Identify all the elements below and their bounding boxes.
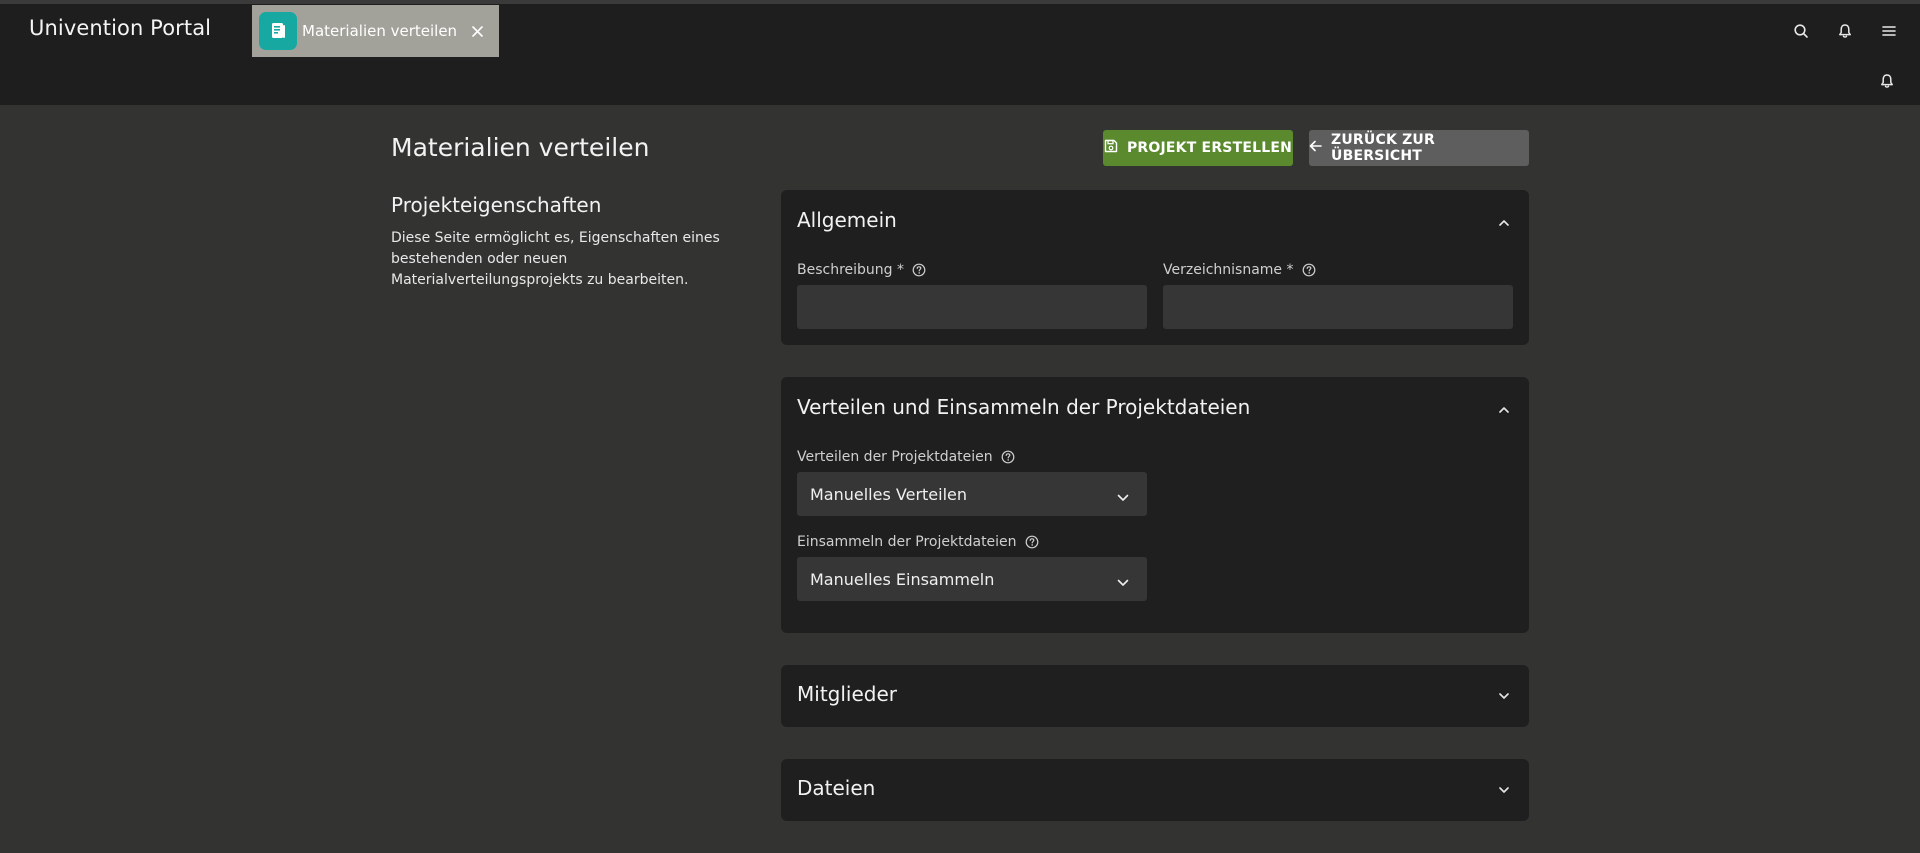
header-actions <box>1790 20 1900 42</box>
description-label: Beschreibung * <box>797 262 905 278</box>
description-label-group: Beschreibung * <box>797 262 926 278</box>
distribute-select[interactable]: Manuelles Verteilen <box>797 472 1147 516</box>
section-distribute-title[interactable]: Verteilen und Einsammeln der Projektdate… <box>797 395 1250 419</box>
document-icon <box>259 12 297 50</box>
collect-label: Einsammeln der Projektdateien <box>797 534 1017 550</box>
tab-materialien-verteilen[interactable]: Materialien verteilen <box>252 5 499 57</box>
description-input[interactable] <box>797 285 1147 329</box>
section-general-title[interactable]: Allgemein <box>797 208 897 232</box>
chevron-up-icon[interactable] <box>1497 215 1511 229</box>
distribute-label-group: Verteilen der Projektdateien <box>797 449 1015 465</box>
help-icon[interactable] <box>1001 450 1015 464</box>
sidebar-description: Diese Seite ermöglicht es, Eigenschaften… <box>391 230 720 288</box>
create-project-button[interactable]: PROJEKT ERSTELLEN <box>1103 130 1293 166</box>
chevron-down-icon[interactable] <box>1497 689 1511 703</box>
dirname-input[interactable] <box>1163 285 1513 329</box>
top-header: Univention Portal Materialien verteilen <box>0 0 1920 61</box>
menu-icon[interactable] <box>1878 20 1900 42</box>
bell-icon[interactable] <box>1834 20 1856 42</box>
portal-title[interactable]: Univention Portal <box>29 16 211 40</box>
back-to-overview-label: ZURÜCK ZUR ÜBERSICHT <box>1331 132 1435 164</box>
collect-label-group: Einsammeln der Projektdateien <box>797 534 1039 550</box>
back-to-overview-button[interactable]: ZURÜCK ZUR ÜBERSICHT <box>1309 130 1529 166</box>
section-members-title[interactable]: Mitglieder <box>797 682 897 706</box>
chevron-down-icon <box>1117 572 1129 591</box>
section-files-title[interactable]: Dateien <box>797 776 875 800</box>
chevron-up-icon[interactable] <box>1497 402 1511 416</box>
help-icon[interactable] <box>1025 535 1039 549</box>
chevron-down-icon <box>1117 487 1129 506</box>
section-members[interactable]: Mitglieder <box>781 665 1529 727</box>
distribute-label: Verteilen der Projektdateien <box>797 449 993 465</box>
page-title: Materialien verteilen <box>391 133 650 162</box>
sub-header <box>0 57 1920 105</box>
arrow-left-icon <box>1309 140 1322 156</box>
tab-label: Materialien verteilen <box>302 22 458 40</box>
section-files[interactable]: Dateien <box>781 759 1529 821</box>
create-project-label: PROJEKT ERSTELLEN <box>1126 140 1293 156</box>
sidebar-heading: Projekteigenschaften <box>391 193 602 217</box>
help-icon[interactable] <box>912 263 926 277</box>
section-distribute-collect: Verteilen und Einsammeln der Projektdate… <box>781 377 1529 633</box>
distribute-select-value: Manuelles Verteilen <box>810 484 968 504</box>
collect-select[interactable]: Manuelles Einsammeln <box>797 557 1147 601</box>
collect-select-value: Manuelles Einsammeln <box>810 569 995 589</box>
section-general: Allgemein Beschreibung * Verzeichnisname… <box>781 190 1529 345</box>
save-icon <box>1104 139 1118 157</box>
close-icon[interactable] <box>463 17 491 45</box>
dirname-label: Verzeichnisname * <box>1163 262 1294 278</box>
search-icon[interactable] <box>1790 20 1812 42</box>
dirname-label-group: Verzeichnisname * <box>1163 262 1316 278</box>
help-icon[interactable] <box>1302 263 1316 277</box>
bell-icon[interactable] <box>1876 70 1898 92</box>
chevron-down-icon[interactable] <box>1497 783 1511 797</box>
